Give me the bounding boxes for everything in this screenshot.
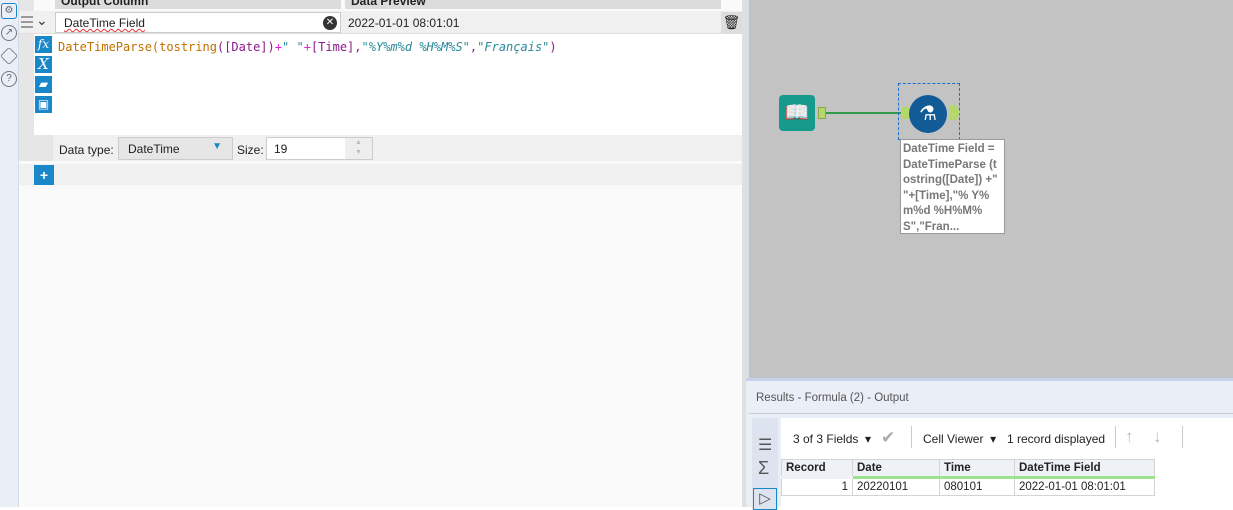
cell-viewer-dropdown[interactable]: Cell Viewer ▾ [923, 432, 996, 446]
results-side-toolbar: ☰ Σ ▷ [752, 418, 778, 510]
table-header-row: Record Date Time DateTime Field [781, 459, 1155, 479]
fields-dropdown[interactable]: 3 of 3 Fields ▾ [793, 432, 871, 446]
help-icon[interactable]: ? [1, 71, 17, 87]
collapse-chevron-icon[interactable]: ⌄ [36, 12, 48, 29]
data-type-row: Data type: DateTime ▼ Size: 19 ▲ ▼ [34, 135, 742, 161]
preview-value: 2022-01-01 08:01:01 [348, 16, 460, 30]
tag-icon[interactable] [0, 46, 19, 66]
formula-tool-icon[interactable]: ⚗ [909, 95, 947, 133]
input-data-tool-icon[interactable]: 📖 [779, 95, 815, 131]
connection-line [826, 112, 903, 114]
save-icon[interactable]: ▣ [35, 96, 52, 113]
open-folder-icon[interactable]: ▰ [35, 76, 52, 93]
left-sidebar: ⚙ ↗ ? [0, 0, 19, 507]
output-anchor[interactable] [818, 107, 826, 119]
add-row: + [19, 164, 742, 185]
variable-icon[interactable]: X [35, 56, 52, 73]
tool-annotation: DateTime Field = DateTimeParse (tostring… [900, 139, 1005, 234]
connection-icon[interactable]: ↗ [1, 25, 17, 41]
up-arrow-icon[interactable]: ↑ [1125, 427, 1134, 447]
down-arrow-icon[interactable]: ↓ [1153, 427, 1162, 447]
sum-icon[interactable]: Σ [758, 458, 769, 479]
function-icon[interactable]: fx [35, 36, 52, 53]
add-formula-button[interactable]: + [34, 165, 54, 185]
results-panel: Results - Formula (2) - Output ☰ Σ ▷ 3 o… [746, 378, 1233, 510]
clear-icon[interactable]: ✕ [323, 16, 337, 30]
record-count: 1 record displayed [1007, 432, 1106, 446]
expression-area[interactable]: fx X ▰ ▣ DateTimeParse(tostring([Date])+… [34, 34, 742, 135]
workflow-canvas[interactable]: 📖 ⚗ DateTime Field = DateTimeParse (tost… [746, 0, 1233, 378]
data-type-select[interactable]: DateTime ▼ [118, 137, 233, 160]
trash-icon[interactable]: 🗑 [721, 12, 742, 33]
table-row: 1 20220101 080101 2022-01-01 08:01:01 [781, 477, 1155, 496]
formula-expression[interactable]: DateTimeParse(tostring([Date])+" "+[Time… [58, 40, 557, 54]
input-anchor[interactable] [901, 107, 909, 119]
output-column-header: Output Column [55, 0, 341, 9]
gear-icon[interactable]: ⚙ [1, 3, 17, 19]
data-preview-header: Data Preview [345, 0, 721, 9]
drag-handle-icon[interactable] [21, 16, 33, 28]
results-table: Record Date Time DateTime Field 1 202201… [781, 459, 1155, 496]
metadata-icon[interactable]: ☰ [758, 435, 772, 455]
output-column-input[interactable]: DateTime Field ✕ [55, 12, 341, 33]
formula-row: ⌄ DateTime Field ✕ 2022-01-01 08:01:01 🗑 [19, 11, 742, 34]
formula-editor: Output Column Data Preview ⌄ DateTime Fi… [19, 0, 742, 507]
results-toolbar: 3 of 3 Fields ▾ ✔ Cell Viewer ▾ 1 record… [781, 418, 1233, 457]
check-icon[interactable]: ✔ [881, 428, 895, 448]
results-title: Results - Formula (2) - Output [756, 392, 909, 404]
size-stepper[interactable]: 19 ▲ ▼ [266, 137, 373, 160]
